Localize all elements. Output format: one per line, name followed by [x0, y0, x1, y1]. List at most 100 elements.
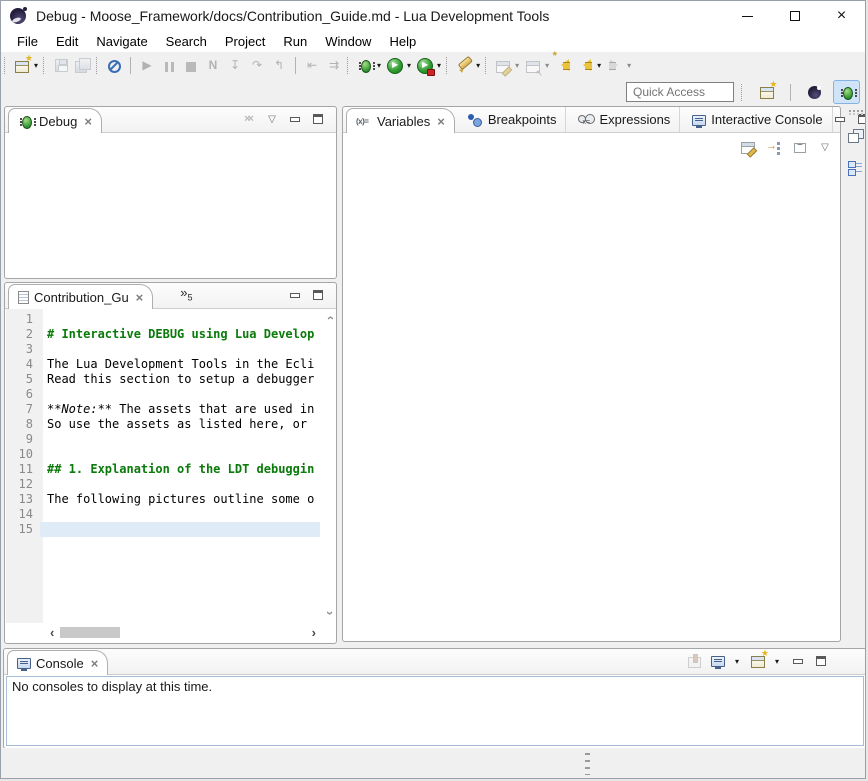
- scrollbar-thumb[interactable]: [60, 627, 120, 638]
- resume-button[interactable]: ▶: [136, 54, 158, 78]
- remove-all-terminated-button[interactable]: ××: [242, 109, 256, 129]
- highlighter-dropdown[interactable]: ▾: [475, 61, 483, 70]
- vertical-sash[interactable]: [337, 106, 342, 642]
- save-button[interactable]: [50, 54, 72, 78]
- tab-console[interactable]: Console ×: [7, 650, 108, 675]
- add-watch-expression-button[interactable]: [766, 137, 782, 157]
- tab-variables[interactable]: Variables ×: [346, 108, 455, 133]
- editor-line[interactable]: 15: [6, 522, 320, 537]
- open-element-button[interactable]: [522, 54, 544, 78]
- menu-run[interactable]: Run: [274, 32, 316, 52]
- menu-edit[interactable]: Edit: [47, 32, 87, 52]
- drop-to-frame-button[interactable]: ⇤: [301, 54, 323, 78]
- open-perspective-button[interactable]: [753, 80, 780, 104]
- editor-overflow-chevron[interactable]: »5: [180, 285, 192, 303]
- display-console-dropdown[interactable]: ▾: [734, 657, 742, 666]
- menu-file[interactable]: File: [8, 32, 47, 52]
- highlighter-button[interactable]: [453, 54, 475, 78]
- collapse-all-button[interactable]: [793, 137, 807, 157]
- close-icon[interactable]: ×: [437, 114, 445, 129]
- window-minimize-button[interactable]: [724, 1, 771, 31]
- lua-perspective-button[interactable]: [801, 80, 828, 104]
- view-menu-button[interactable]: ▽: [265, 109, 279, 129]
- console-content[interactable]: No consoles to display at this time.: [6, 676, 864, 746]
- toolbar-grip[interactable]: [43, 57, 47, 74]
- toolbar-grip[interactable]: [485, 57, 489, 74]
- show-logical-structure-button[interactable]: [741, 137, 755, 157]
- external-tools-dropdown[interactable]: ▾: [436, 61, 444, 70]
- open-console-dropdown[interactable]: ▾: [774, 657, 782, 666]
- maximize-button[interactable]: [311, 285, 325, 305]
- new-lua-file-dropdown[interactable]: ▾: [514, 61, 522, 70]
- toolbar-grip[interactable]: [741, 84, 745, 101]
- debug-dropdown[interactable]: ▾: [376, 61, 384, 70]
- last-edit-location-button[interactable]: *: [552, 54, 574, 78]
- toolbar-grip[interactable]: [96, 57, 100, 74]
- menu-navigate[interactable]: Navigate: [87, 32, 156, 52]
- minimize-button[interactable]: [288, 285, 302, 305]
- pin-console-button[interactable]: [688, 651, 702, 671]
- new-wizard-dropdown[interactable]: ▾: [33, 61, 41, 70]
- menu-window[interactable]: Window: [316, 32, 380, 52]
- editor-line[interactable]: 2# Interactive DEBUG using Lua Develop: [6, 327, 320, 342]
- editor-line[interactable]: 12: [6, 477, 320, 492]
- editor-line[interactable]: 7**Note:** The assets that are used in: [6, 402, 320, 417]
- minimize-button[interactable]: [791, 651, 805, 671]
- restore-view-button[interactable]: [848, 126, 864, 146]
- tab-breakpoints[interactable]: Breakpoints: [458, 107, 567, 132]
- editor-line[interactable]: 13The following pictures outline some o: [6, 492, 320, 507]
- toolbar-grip[interactable]: [4, 57, 8, 74]
- close-icon[interactable]: ×: [91, 656, 99, 671]
- editor-line[interactable]: 4The Lua Development Tools in the Ecli: [6, 357, 320, 372]
- editor-content[interactable]: 12# Interactive DEBUG using Lua Develop3…: [6, 309, 335, 642]
- forward-dropdown[interactable]: ▾: [626, 61, 634, 70]
- display-selected-console-button[interactable]: [711, 651, 725, 671]
- horizontal-sash-left[interactable]: [4, 279, 337, 282]
- maximize-button[interactable]: [311, 109, 325, 129]
- variables-view-content[interactable]: [344, 159, 839, 640]
- editor-line[interactable]: 8So use the assets as listed here, or: [6, 417, 320, 432]
- toolbar-grip[interactable]: [347, 57, 351, 74]
- view-menu-button[interactable]: ▽: [818, 137, 832, 157]
- quick-access-input[interactable]: [626, 82, 734, 102]
- status-bar-grip[interactable]: [585, 753, 590, 775]
- new-lua-file-button[interactable]: [492, 54, 514, 78]
- back-dropdown[interactable]: ▾: [596, 61, 604, 70]
- step-return-button[interactable]: ↰: [268, 54, 290, 78]
- scroll-right-arrow[interactable]: ›: [312, 628, 316, 638]
- maximize-button[interactable]: [814, 651, 828, 671]
- window-maximize-button[interactable]: [771, 1, 818, 31]
- scroll-down-arrow[interactable]: ›: [325, 611, 335, 615]
- step-into-button[interactable]: ↧: [224, 54, 246, 78]
- step-over-button[interactable]: ↷: [246, 54, 268, 78]
- editor-line[interactable]: 3: [6, 342, 320, 357]
- tab-editor-contribution-guide[interactable]: Contribution_Gu ×: [8, 284, 153, 309]
- run-button[interactable]: [384, 54, 406, 78]
- horizontal-scrollbar[interactable]: ‹ ›: [43, 624, 319, 641]
- disconnect-button[interactable]: N: [202, 54, 224, 78]
- menu-search[interactable]: Search: [157, 32, 216, 52]
- tab-interactive-console[interactable]: Interactive Console: [683, 107, 832, 132]
- horizontal-sash-bottom[interactable]: [1, 644, 866, 648]
- editor-line[interactable]: 1: [6, 312, 320, 327]
- menu-help[interactable]: Help: [380, 32, 425, 52]
- minimize-button[interactable]: [288, 109, 302, 129]
- forward-button[interactable]: [604, 54, 626, 78]
- open-console-button[interactable]: [751, 651, 765, 671]
- debug-button[interactable]: [354, 54, 376, 78]
- trim-grip[interactable]: [849, 110, 863, 115]
- scroll-up-arrow[interactable]: ›: [325, 316, 335, 320]
- window-close-button[interactable]: ×: [818, 1, 865, 31]
- scroll-left-arrow[interactable]: ‹: [50, 628, 54, 638]
- back-button[interactable]: [574, 54, 596, 78]
- skip-all-breakpoints-button[interactable]: [103, 54, 125, 78]
- suspend-button[interactable]: [158, 54, 180, 78]
- editor-line[interactable]: 14: [6, 507, 320, 522]
- use-step-filters-button[interactable]: ⇉: [323, 54, 345, 78]
- editor-line[interactable]: 6: [6, 387, 320, 402]
- run-dropdown[interactable]: ▾: [406, 61, 414, 70]
- editor-line[interactable]: 5Read this section to setup a debugger: [6, 372, 320, 387]
- editor-line[interactable]: 9: [6, 432, 320, 447]
- editor-line[interactable]: 11## 1. Explanation of the LDT debuggin: [6, 462, 320, 477]
- tab-expressions[interactable]: Expressions: [569, 107, 680, 132]
